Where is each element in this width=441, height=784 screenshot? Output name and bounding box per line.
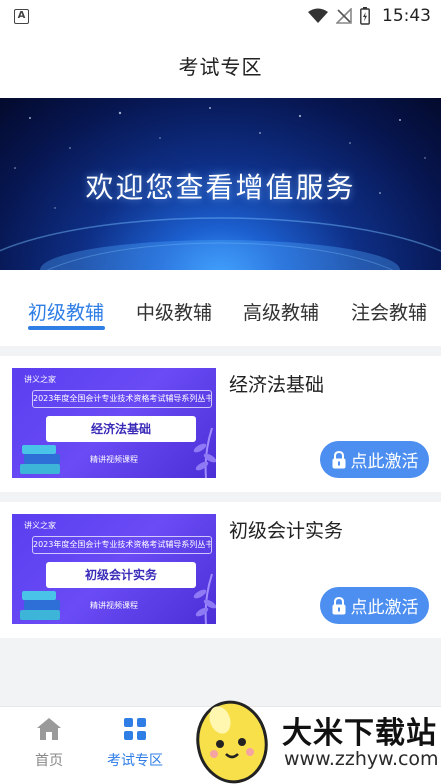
activate-button[interactable]: 点此激活 <box>320 441 429 478</box>
activate-button[interactable]: 点此激活 <box>320 587 429 624</box>
activate-label: 点此激活 <box>350 598 419 618</box>
battery-charging-icon <box>360 7 370 25</box>
nav-exam-zone[interactable]: 考试专区 <box>100 717 170 770</box>
tab-intermediate[interactable]: 中级教辅 <box>136 298 212 325</box>
activate-label: 点此激活 <box>350 452 419 472</box>
course-cover[interactable]: 讲义之家 2023年度全国会计专业技术资格考试辅导系列丛书 初级会计实务 精讲视… <box>12 514 216 624</box>
nav-home-label: 首页 <box>35 753 63 769</box>
banner: 欢迎您查看增值服务 <box>0 98 441 270</box>
wifi-icon <box>308 8 328 23</box>
lock-icon <box>332 450 345 468</box>
nav-home[interactable]: 首页 <box>14 717 84 770</box>
course-name: 初级会计实务 <box>229 520 344 542</box>
lock-icon <box>332 596 345 614</box>
cover-title: 经济法基础 <box>46 416 196 442</box>
site-watermark: 大米下载站 www.zzhyw.com <box>192 690 441 784</box>
rice-mascot-logo <box>196 700 268 784</box>
course-name: 经济法基础 <box>229 374 325 396</box>
grid-icon <box>124 718 146 740</box>
active-tab-indicator <box>28 326 105 330</box>
course-card[interactable]: 讲义之家 2023年度全国会计专业技术资格考试辅导系列丛书 经济法基础 精讲视频… <box>0 356 441 492</box>
publisher-logo: 讲义之家 <box>24 375 56 384</box>
books-icon <box>20 445 60 474</box>
cover-title: 初级会计实务 <box>46 562 196 588</box>
tab-junior[interactable]: 初级教辅 <box>28 298 104 325</box>
signal-off-icon <box>336 8 352 24</box>
title-bar: 考试专区 <box>0 32 441 98</box>
plant-icon <box>193 427 216 478</box>
page-title: 考试专区 <box>178 54 263 79</box>
publisher-logo: 讲义之家 <box>24 521 56 530</box>
nav-exam-zone-label: 考试专区 <box>107 753 163 769</box>
banner-text: 欢迎您查看增值服务 <box>85 171 356 204</box>
a-notification-icon: A <box>14 8 29 24</box>
tab-senior[interactable]: 高级教辅 <box>243 298 319 325</box>
status-time: 15:43 <box>382 6 431 26</box>
category-tabs: 初级教辅 中级教辅 高级教辅 注会教辅 <box>0 270 441 346</box>
home-icon <box>37 718 61 740</box>
plant-icon <box>193 573 216 624</box>
watermark-title: 大米下载站 <box>282 716 437 751</box>
tab-cpa[interactable]: 注会教辅 <box>351 298 427 325</box>
cover-series: 2023年度全国会计专业技术资格考试辅导系列丛书 <box>32 536 212 554</box>
books-icon <box>20 591 60 620</box>
course-card[interactable]: 讲义之家 2023年度全国会计专业技术资格考试辅导系列丛书 初级会计实务 精讲视… <box>0 502 441 638</box>
course-cover[interactable]: 讲义之家 2023年度全国会计专业技术资格考试辅导系列丛书 经济法基础 精讲视频… <box>12 368 216 478</box>
cover-series: 2023年度全国会计专业技术资格考试辅导系列丛书 <box>32 390 212 408</box>
status-bar: A 15:43 <box>0 0 441 32</box>
watermark-url: www.zzhyw.com <box>284 748 439 770</box>
